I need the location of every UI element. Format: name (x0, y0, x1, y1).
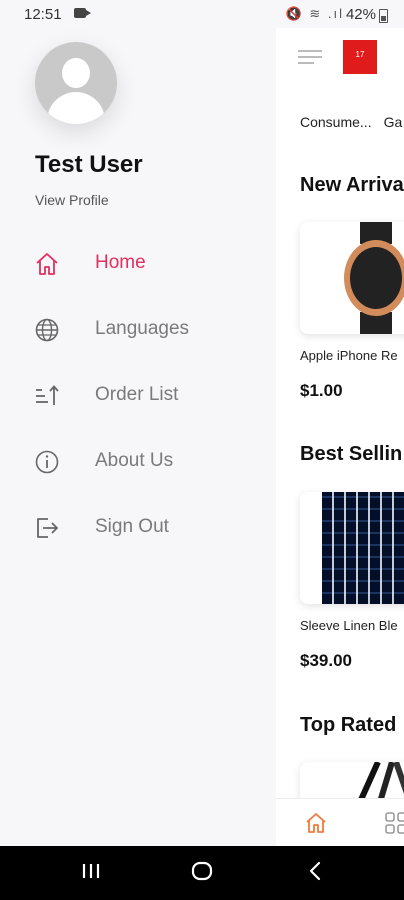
battery-icon (379, 9, 388, 23)
signal-icons: 🔇 ≋ .ıl (285, 6, 344, 21)
home-button[interactable] (191, 860, 213, 882)
watch-face (344, 240, 404, 316)
section-title-best-selling: Best Sellin (300, 443, 403, 465)
sort-icon (36, 385, 59, 405)
product-card[interactable] (300, 222, 404, 334)
drawer-item-sign-out[interactable]: Sign Out (0, 502, 276, 552)
drawer-item-label: About Us (95, 450, 174, 471)
product-price: $1.00 (300, 381, 343, 400)
category-row: Consume... Ga (300, 114, 404, 130)
home-tab-icon[interactable] (304, 811, 328, 835)
hamburger-menu-icon[interactable] (298, 50, 322, 64)
home-content: 17 Consume... Ga New Arriva Apple iPhone … (276, 28, 404, 846)
navigation-drawer: Test User View Profile Home Languages Or… (0, 28, 276, 846)
product-price: $39.00 (300, 651, 352, 670)
product-image (357, 762, 404, 802)
drawer-item-home[interactable]: Home (0, 238, 276, 288)
bottom-navigation (276, 798, 404, 846)
product-name: Sleeve Linen Ble (300, 618, 398, 633)
user-name: Test User (35, 151, 143, 178)
home-icon (36, 253, 58, 275)
app-logo-badge[interactable]: 17 (343, 40, 377, 74)
category-item[interactable]: Consume... (300, 114, 372, 130)
drawer-item-label: Home (95, 252, 146, 273)
back-button[interactable] (305, 860, 327, 882)
avatar-body (47, 92, 105, 124)
product-card[interactable] (300, 762, 404, 802)
drawer-item-label: Order List (95, 384, 179, 405)
categories-tab-icon[interactable] (384, 811, 404, 835)
drawer-item-languages[interactable]: Languages (0, 304, 276, 354)
section-title-new-arrivals: New Arriva (300, 174, 404, 196)
product-name: Apple iPhone Re (300, 348, 398, 363)
avatar[interactable] (35, 42, 117, 124)
product-card[interactable] (300, 492, 404, 604)
screen-record-icon (74, 8, 91, 18)
recents-button[interactable] (80, 860, 102, 882)
avatar-head (62, 58, 90, 88)
category-item[interactable]: Ga (384, 114, 403, 130)
section-title-top-rated: Top Rated (300, 714, 397, 736)
drawer-item-label: Sign Out (95, 516, 169, 537)
view-profile-link[interactable]: View Profile (35, 192, 109, 208)
shirt-image (322, 492, 404, 604)
drawer-item-order-list[interactable]: Order List (0, 370, 276, 420)
globe-icon (35, 318, 59, 342)
status-time: 12:51 (24, 6, 62, 23)
system-navigation-bar (0, 846, 404, 900)
drawer-item-label: Languages (95, 318, 190, 339)
info-icon (35, 450, 59, 474)
status-bar: 12:51 🔇 ≋ .ıl 42% (0, 0, 404, 28)
battery-percent: 42% (345, 6, 376, 23)
sign-out-icon (37, 518, 58, 538)
drawer-item-about-us[interactable]: About Us (0, 436, 276, 486)
